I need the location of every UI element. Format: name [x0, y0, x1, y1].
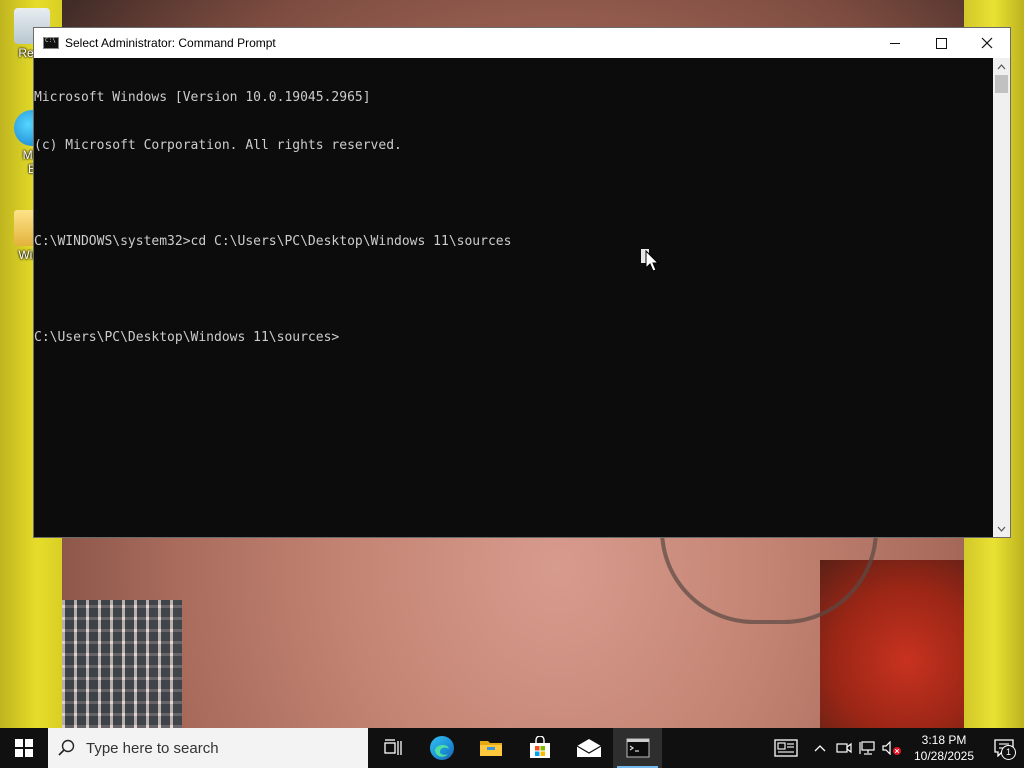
scroll-up-button[interactable]: [993, 58, 1010, 75]
taskbar-command-prompt[interactable]: [613, 728, 662, 768]
window-titlebar[interactable]: Select Administrator: Command Prompt: [34, 28, 1010, 58]
vertical-scrollbar[interactable]: [993, 58, 1010, 537]
notification-count-badge: 1: [1001, 745, 1016, 760]
tray-volume-button[interactable]: [880, 728, 904, 768]
task-view-icon: [383, 739, 402, 755]
console-line: Microsoft Windows [Version 10.0.19045.29…: [34, 90, 371, 105]
taskbar-store[interactable]: [515, 728, 564, 768]
news-icon: [774, 739, 798, 757]
taskbar-edge[interactable]: [417, 728, 466, 768]
clock-date: 10/28/2025: [913, 749, 975, 763]
system-tray: 3:18 PM 10/28/2025 1: [764, 728, 1024, 768]
close-button[interactable]: [964, 28, 1010, 58]
taskbar-clock[interactable]: 3:18 PM 10/28/2025: [904, 732, 984, 764]
camera-icon: [836, 742, 852, 754]
action-center-button[interactable]: 1: [984, 728, 1024, 768]
scroll-down-button[interactable]: [993, 520, 1010, 537]
taskbar: Type here to search 3:18 PM 10/28/2025 1: [0, 728, 1024, 768]
edge-icon: [429, 736, 454, 760]
minimize-button[interactable]: [872, 28, 918, 58]
speaker-muted-icon: [882, 741, 901, 755]
window-title: Select Administrator: Command Prompt: [65, 36, 276, 50]
chevron-up-icon: [814, 745, 826, 752]
clock-time: 3:18 PM: [921, 733, 967, 747]
taskbar-task-view[interactable]: [368, 728, 417, 768]
maximize-icon: [935, 37, 947, 49]
start-button[interactable]: [0, 728, 48, 768]
scrollbar-thumb[interactable]: [995, 75, 1008, 93]
maximize-button[interactable]: [918, 28, 964, 58]
taskbar-mail[interactable]: [564, 728, 613, 768]
close-icon: [981, 37, 993, 49]
wallpaper-shirt-pattern: [62, 600, 182, 728]
store-icon: [529, 736, 550, 758]
minimize-icon: [890, 42, 900, 44]
chevron-up-icon: [997, 63, 1006, 69]
taskbar-search-box[interactable]: Type here to search: [48, 728, 368, 768]
search-icon: [58, 739, 76, 757]
mail-icon: [576, 739, 601, 757]
tray-network-button[interactable]: [856, 728, 880, 768]
cmd-icon: [43, 37, 59, 49]
chevron-down-icon: [997, 526, 1006, 532]
search-placeholder: Type here to search: [86, 739, 219, 757]
console-prompt-line: C:\Users\PC\Desktop\Windows 11\sources>: [34, 330, 340, 345]
show-hidden-icons-button[interactable]: [808, 728, 832, 768]
windows-logo-icon: [15, 739, 33, 757]
console-line: (c) Microsoft Corporation. All rights re…: [34, 138, 402, 153]
folder-icon: [479, 741, 502, 756]
network-icon: [859, 741, 875, 755]
console-output[interactable]: Microsoft Windows [Version 10.0.19045.29…: [34, 58, 994, 537]
mouse-pointer-icon: [645, 250, 660, 272]
taskbar-file-explorer[interactable]: [466, 728, 515, 768]
cmd-icon: [626, 738, 649, 758]
news-widget-button[interactable]: [764, 728, 808, 768]
console-line: C:\WINDOWS\system32>cd C:\Users\PC\Deskt…: [34, 234, 512, 249]
desktop: Recy Mic E Wind Select Administrator: Co…: [0, 0, 1024, 728]
command-prompt-window[interactable]: Select Administrator: Command Prompt Mic…: [33, 27, 1011, 538]
tray-meet-button[interactable]: [832, 728, 856, 768]
